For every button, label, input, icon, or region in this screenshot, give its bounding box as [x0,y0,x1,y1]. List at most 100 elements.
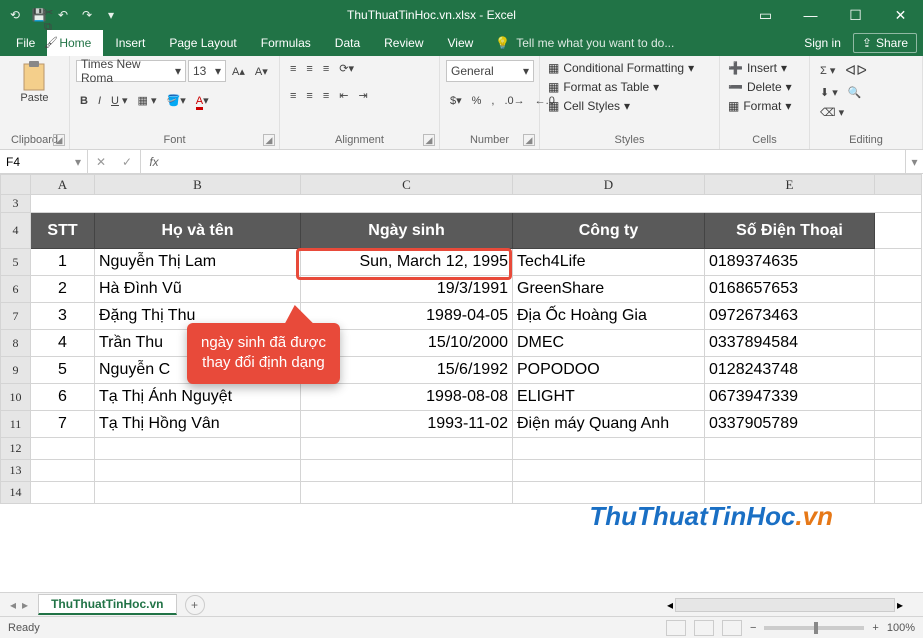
hscroll-right-icon[interactable]: ▸ [897,598,903,612]
sort-filter-icon[interactable]: ᐊᐅ [841,60,871,81]
cell[interactable]: Ngày sinh [301,213,513,249]
close-button[interactable]: ✕ [878,0,923,30]
zoom-in-icon[interactable]: + [872,622,878,634]
grow-font-icon[interactable]: A▴ [228,63,249,80]
cell[interactable]: 2 [31,276,95,303]
cell[interactable]: DMEC [513,330,705,357]
page-layout-view-icon[interactable] [694,620,714,636]
share-button[interactable]: ⇪ Share [853,33,917,53]
minimize-button[interactable]: — [788,0,833,30]
cell[interactable] [513,438,705,460]
autosave-icon[interactable]: ⟲ [6,6,24,24]
expand-formula-bar-icon[interactable]: ▾ [905,150,923,173]
format-cells-button[interactable]: ▦Format ▾ [726,98,793,114]
row-header[interactable]: 8 [1,330,31,357]
tell-me[interactable]: 💡 Tell me what you want to do... [485,30,804,56]
row-header[interactable]: 3 [1,195,31,213]
indent-increase-icon[interactable]: ⇥ [354,87,371,104]
tab-pagelayout[interactable]: Page Layout [157,30,248,56]
cell[interactable]: Tech4Life [513,249,705,276]
cell[interactable] [95,460,301,482]
indent-decrease-icon[interactable]: ⇤ [335,87,352,104]
cell[interactable]: Tạ Thị Ánh Nguyệt [95,384,301,411]
col-header-b[interactable]: B [95,175,301,195]
select-all-corner[interactable] [1,175,31,195]
orientation-icon[interactable]: ⟳▾ [335,60,358,77]
zoom-slider[interactable] [764,626,864,630]
tab-data[interactable]: Data [323,30,372,56]
cell[interactable]: 4 [31,330,95,357]
cell[interactable]: Điện máy Quang Anh [513,411,705,438]
align-right-icon[interactable]: ≡ [319,88,333,104]
fx-button[interactable]: fx [141,150,167,173]
find-select-icon[interactable]: 🔍 [844,84,866,101]
clipboard-dialog-icon[interactable]: ◢ [53,134,65,146]
clear-icon[interactable]: ⌫ ▾ [816,104,848,121]
format-painter-icon[interactable]: 🖌 [44,36,58,49]
row-header[interactable]: 5 [1,249,31,276]
cancel-formula-icon[interactable]: ✕ [88,155,114,169]
cell[interactable]: GreenShare [513,276,705,303]
worksheet-grid[interactable]: A B C D E 3 4 STT Họ và tên Ngày sinh Cô… [0,174,923,592]
conditional-formatting-button[interactable]: ▦Conditional Formatting ▾ [546,60,696,76]
cell[interactable] [31,195,922,213]
qat-more-icon[interactable]: ▾ [102,6,120,24]
accounting-format-icon[interactable]: $▾ [446,92,466,109]
row-header[interactable]: 7 [1,303,31,330]
font-size-combo[interactable]: 13▾ [188,60,226,82]
page-break-view-icon[interactable] [722,620,742,636]
formula-input[interactable] [167,150,905,173]
cell-styles-button[interactable]: ▦Cell Styles ▾ [546,98,632,114]
percent-format-icon[interactable]: % [468,93,486,109]
cell[interactable]: Hà Đình Vũ [95,276,301,303]
new-sheet-button[interactable]: + [185,595,205,615]
sheet-nav-last-icon[interactable]: ▸ [22,598,28,612]
cell[interactable] [875,357,922,384]
cell[interactable]: 1 [31,249,95,276]
cell[interactable]: Sun, March 12, 1995 [301,249,513,276]
cell[interactable]: Công ty [513,213,705,249]
cell[interactable]: 0972673463 [705,303,875,330]
alignment-dialog-icon[interactable]: ◢ [423,134,435,146]
fill-icon[interactable]: ⬇ ▾ [816,84,842,101]
sheet-tab[interactable]: ThuThuatTinHoc.vn [38,594,176,615]
cell[interactable]: 3 [31,303,95,330]
align-middle-icon[interactable]: ≡ [302,61,316,77]
col-header-d[interactable]: D [513,175,705,195]
cell[interactable] [31,460,95,482]
cell[interactable]: Số Điện Thoại [705,213,875,249]
insert-cells-button[interactable]: ➕Insert ▾ [726,60,789,76]
cell[interactable]: 1998-08-08 [301,384,513,411]
cell[interactable]: Địa Ốc Hoàng Gia [513,303,705,330]
cell[interactable] [875,460,922,482]
number-format-combo[interactable]: General▾ [446,60,534,82]
col-header-c[interactable]: C [301,175,513,195]
cell[interactable] [875,438,922,460]
cell[interactable] [31,482,95,504]
row-header[interactable]: 9 [1,357,31,384]
paste-button[interactable]: Paste [20,60,48,104]
cell[interactable] [875,276,922,303]
font-color-button[interactable]: A▾ [192,92,213,109]
align-bottom-icon[interactable]: ≡ [319,61,333,77]
col-header-e[interactable]: E [705,175,875,195]
increase-decimal-icon[interactable]: .0→ [500,93,528,109]
cell[interactable] [31,438,95,460]
normal-view-icon[interactable] [666,620,686,636]
font-name-combo[interactable]: Times New Roma▾ [76,60,186,82]
border-button[interactable]: ▦ ▾ [134,92,161,109]
cell[interactable] [705,460,875,482]
fill-color-button[interactable]: 🪣▾ [163,92,190,109]
cell[interactable] [875,249,922,276]
cell[interactable]: 0673947339 [705,384,875,411]
maximize-button[interactable]: ☐ [833,0,878,30]
cell[interactable] [875,303,922,330]
cell[interactable]: POPODOO [513,357,705,384]
tab-insert[interactable]: Insert [103,30,157,56]
sheet-nav-first-icon[interactable]: ◂ [10,598,16,612]
row-header[interactable]: 11 [1,411,31,438]
hscroll-left-icon[interactable]: ◂ [667,598,673,612]
cell[interactable] [301,460,513,482]
row-header[interactable]: 10 [1,384,31,411]
cell[interactable]: 7 [31,411,95,438]
